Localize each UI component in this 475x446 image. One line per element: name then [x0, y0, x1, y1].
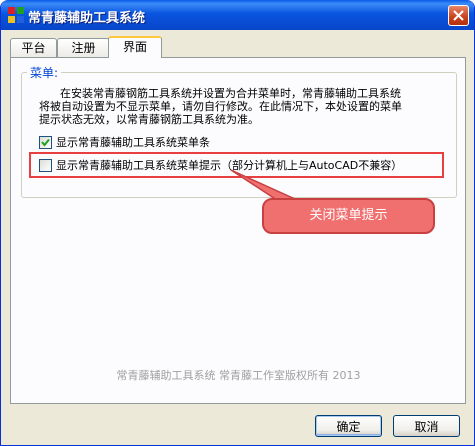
close-button[interactable] [448, 5, 469, 26]
annotation-callout: 关闭菜单提示 [262, 198, 435, 234]
annotation-highlight-box [29, 152, 444, 178]
app-icon [8, 7, 24, 23]
close-icon [453, 10, 464, 21]
show-menubar-label: 显示常青藤辅助工具系统菜单条 [56, 136, 210, 149]
window-title: 常青藤辅助工具系统 [28, 11, 146, 26]
tab-register[interactable]: 注册 [57, 38, 110, 57]
tab-interface[interactable]: 界面 [108, 36, 162, 58]
description-line: 在安装常青藤钢筋工具系统并设置为合并菜单时，常青藤辅助工具系统 [39, 87, 401, 100]
menu-description: 在安装常青藤钢筋工具系统并设置为合并菜单时，常青藤辅助工具系统 将被自动设置为不显… [39, 87, 454, 126]
description-line: 将被自动设置为不显示菜单，请勿自行修改。在此情况下，本处设置的菜单 [39, 100, 402, 113]
description-line: 提示状态无效，以常青藤钢筋工具系统为准。 [39, 113, 259, 126]
copyright-text: 常青藤辅助工具系统 常青藤工作室版权所有 2013 [116, 369, 361, 382]
tab-platform[interactable]: 平台 [10, 38, 57, 57]
dialog-window: 常青藤辅助工具系统 平台 注册 界面 菜单: 在安装常青藤钢筋工具系统并设置为合… [0, 0, 475, 446]
show-menubar-checkbox[interactable] [39, 135, 52, 149]
ok-button[interactable]: 确定 [315, 415, 382, 437]
cancel-button[interactable]: 取消 [393, 415, 460, 437]
menu-group-legend: 菜单: [27, 64, 62, 81]
checkmark-icon [41, 138, 50, 147]
show-menubar-checkbox-row[interactable]: 显示常青藤辅助工具系统菜单条 [39, 134, 210, 150]
title-bar[interactable]: 常青藤辅助工具系统 [1, 0, 474, 30]
